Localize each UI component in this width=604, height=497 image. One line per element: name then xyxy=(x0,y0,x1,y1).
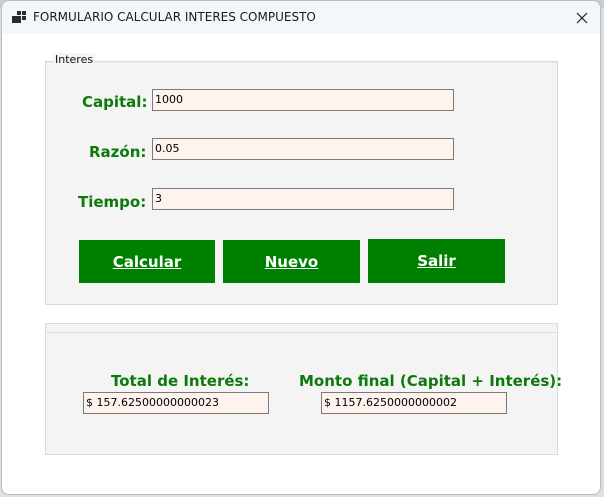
tiempo-label: Tiempo: xyxy=(78,193,147,211)
app-window: FORMULARIO CALCULAR INTERES COMPUESTO In… xyxy=(1,0,601,495)
razon-input[interactable]: 0.05 xyxy=(152,138,454,160)
interes-group-legend: Interes xyxy=(53,53,96,66)
groupbox-border xyxy=(46,332,557,333)
calcular-button[interactable]: Calcular xyxy=(79,240,215,283)
monto-final-output[interactable]: $ 1157.6250000000002 xyxy=(321,392,507,414)
close-icon xyxy=(576,12,588,23)
total-interes-label: Total de Interés: xyxy=(111,372,250,390)
capital-input[interactable]: 1000 xyxy=(152,89,454,111)
close-button[interactable] xyxy=(564,1,600,34)
window-title: FORMULARIO CALCULAR INTERES COMPUESTO xyxy=(33,10,316,24)
total-interes-output[interactable]: $ 157.62500000000023 xyxy=(83,392,269,414)
tiempo-input[interactable]: 3 xyxy=(152,188,454,210)
groupbox-border xyxy=(46,62,557,63)
monto-final-label: Monto final (Capital + Interés): xyxy=(299,372,563,390)
title-bar: FORMULARIO CALCULAR INTERES COMPUESTO xyxy=(2,1,600,34)
salir-button[interactable]: Salir xyxy=(368,239,505,283)
form-app-icon xyxy=(12,11,26,23)
capital-label: Capital: xyxy=(82,93,148,111)
nuevo-button[interactable]: Nuevo xyxy=(223,240,360,283)
razon-label: Razón: xyxy=(89,143,147,161)
